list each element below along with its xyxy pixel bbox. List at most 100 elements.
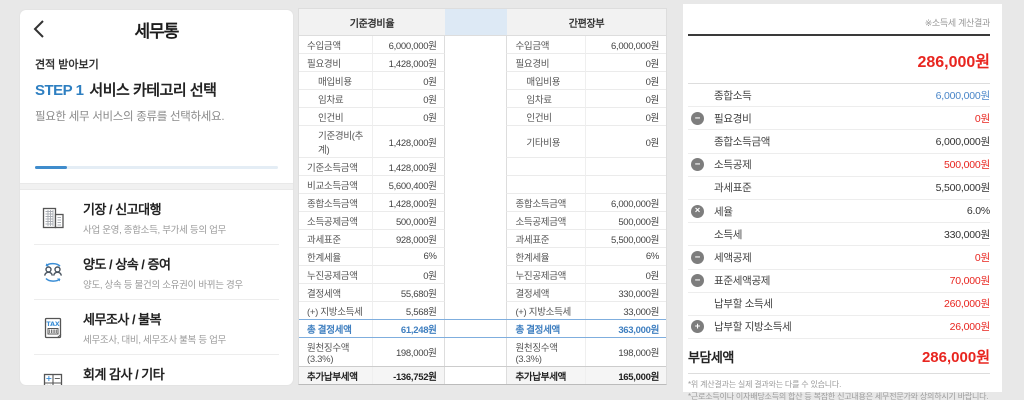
table-body: 수입금액 6,000,000원 수입금액 6,000,000원 필요경비 1,428,00… [299,36,667,384]
step-title-text: 서비스 카테고리 선택 [89,82,217,99]
total-tax-row: 부담세액 286,000원 [688,339,990,375]
cell-value-left: 5,600,400원 [371,176,445,194]
result-value: 6.0% [966,205,990,218]
table-row: 비교소득금액 5,600,400원 [299,176,667,194]
cell-value-left: 6% [371,248,445,266]
category-text: 기장 / 신고대행 사업 운영, 종합소득, 부가세 등의 업무 [83,199,226,236]
plus-icon: + [691,320,704,334]
result-label: 종합소득 [714,89,752,102]
category-item-1[interactable]: 기장 / 신고대행 사업 운영, 종합소득, 부가세 등의 업무 [34,190,279,244]
result-label: 필요경비 [714,112,752,125]
cell-value-right: 198,000원 [585,338,667,367]
result-row: + 납부할 지방소득세 26,000원 [688,316,990,340]
table-row: 수입금액 6,000,000원 수입금액 6,000,000원 [299,36,667,54]
cell-spacer [445,36,507,54]
cell-label-left: (+) 지방소득세 [299,302,372,320]
eyebrow-text: 견적 받아보기 [35,59,99,71]
cell-label-left: 비교소득금액 [299,176,372,194]
cell-label-left: 소득공제금액 [299,212,372,230]
category-desc: 양도, 상속 등 물건의 소유권이 바뀌는 경우 [83,280,243,291]
result-value: 330,000원 [943,228,990,241]
cell-value-left: 0원 [371,108,445,126]
cell-spacer [445,108,507,126]
tax-comparison-table: 기준경비율 간편장부 수입금액 6,000,000원 수입금액 6,000,000원 필… [298,8,667,385]
result-rows: 종합소득 6,000,000원 − 필요경비 0원 종합소득금액 6,000,000원 − 소득… [688,84,991,340]
table-header-row: 기준경비율 간편장부 [299,9,666,36]
total-tax-value: 286,000원 [921,348,990,366]
cell-label-right: 누진공제금액 [506,266,586,284]
grand-total-top: 286,000원 [688,36,990,84]
footnotes: *위 계산결과는 실제 결과와는 다를 수 있습니다. *근로소득이나 이자배당… [688,374,990,400]
cell-label-left: 수입금액 [299,36,372,54]
cell-label-left: 원천징수액 (3.3%) [299,338,372,367]
cell-value-right: 33,000원 [585,302,667,320]
cell-label-right: 인건비 [506,108,586,126]
table-row: (+) 지방소득세 5,568원 (+) 지방소득세 33,000원 [299,302,667,320]
table-row: 한계세율 6% 한계세율 6% [299,248,667,266]
page: 세무통 견적 받아보기 STEP 1 서비스 카테고리 선택 필요한 세무 서비스… [0,0,1024,400]
section-divider [20,183,293,190]
cell-value-left: 55,680원 [371,284,445,302]
op-slot-empty [691,135,704,148]
cell-spacer [445,284,507,302]
table-row: 기준경비(추계) 1,428,000원 기타비용 0원 [299,126,666,158]
cell-value-right: 6% [585,248,667,266]
cell-value-left: 1,428,000원 [371,194,445,212]
category-desc: 사업 운영, 종합소득, 부가세 등의 업무 [83,225,226,236]
result-corner-label: ※소득세 계산결과 [924,18,991,28]
result-label: 표준세액공제 [714,275,771,288]
category-title: 양도 / 상속 / 증여 [83,257,171,272]
cell-value-left: 0원 [371,90,445,108]
people-transfer-icon [38,258,68,288]
cell-value-right: 500,000원 [585,212,667,230]
cell-spacer [445,367,507,384]
cell-value-left: -136,752원 [371,367,445,384]
cell-spacer [445,230,507,248]
cell-label-right: 수입금액 [506,36,586,54]
column-header-standard-expense-rate: 기준경비율 [299,9,445,35]
cell-label-right: 원천징수액 (3.3%) [506,338,586,367]
step-title: STEP 1 서비스 카테고리 선택 [35,79,278,100]
cell-label-left: 결정세액 [299,284,372,302]
result-row: 종합소득 6,000,000원 [688,84,990,108]
result-value: 500,000원 [943,159,990,172]
cell-value-right: 0원 [585,90,666,108]
minus-circle-icon: − [691,274,704,288]
app-logo: 세무통 [134,21,180,41]
cell-spacer [445,194,507,212]
cell-value-right: 5,500,000원 [585,230,667,248]
cell-spacer [445,302,507,320]
cell-value-left: 1,428,000원 [371,54,445,72]
result-row: 과세표준 5,500,000원 [688,177,990,200]
cell-label-right: 총 결정세액 [506,320,585,337]
result-row: − 소득공제 500,000원 [688,154,990,177]
tax-document-icon: TAX [38,313,68,343]
cell-label-left: 기준경비(추계) [299,126,372,158]
category-item-3[interactable]: TAX 세무조사 / 불복 세무조사, 대비, 세무조사 불복 등 업무 [34,299,279,354]
result-value: 5,500,000원 [935,182,991,195]
cell-label-left: 매입비용 [299,72,372,90]
cell-value-right [585,158,667,176]
cell-value-left: 61,248원 [371,320,445,337]
cell-label-left: 필요경비 [299,54,372,72]
category-item-4[interactable]: +−×= 회계 감사 / 기타회계감사, 아파트 감사 등 회계 업무 영역 등 [34,354,279,385]
cell-value-right: 0원 [585,108,666,126]
building-icon [38,203,68,233]
category-item-2[interactable]: 양도 / 상속 / 증여양도, 상속 등 물건의 소유권이 바뀌는 경우 [34,244,279,299]
table-row: 필요경비 1,428,000원 필요경비 0원 [299,54,667,72]
progress-bar [35,166,278,169]
times-icon: × [691,204,704,218]
cell-label-right: 필요경비 [506,54,586,72]
svg-text:TAX: TAX [46,321,60,328]
footnote: *위 계산결과는 실제 결과와는 다를 수 있습니다. [688,380,842,390]
progress-bar-fill [35,166,67,169]
table-row: 누진공제금액 0원 누진공제금액 0원 [299,266,667,284]
cell-label-right: 기타비용 [506,126,586,158]
cell-spacer [445,126,507,158]
result-row: 소득세 330,000원 [688,223,990,247]
result-label: 세액공제 [714,251,752,264]
result-value: 70,000원 [949,275,991,288]
footnote: *근로소득이나 이자배당소득의 합산 등 복잡한 신고내용은 세무전문가와 상의… [688,392,989,400]
cell-label-left: 과세표준 [299,230,372,248]
back-button[interactable] [32,19,52,39]
